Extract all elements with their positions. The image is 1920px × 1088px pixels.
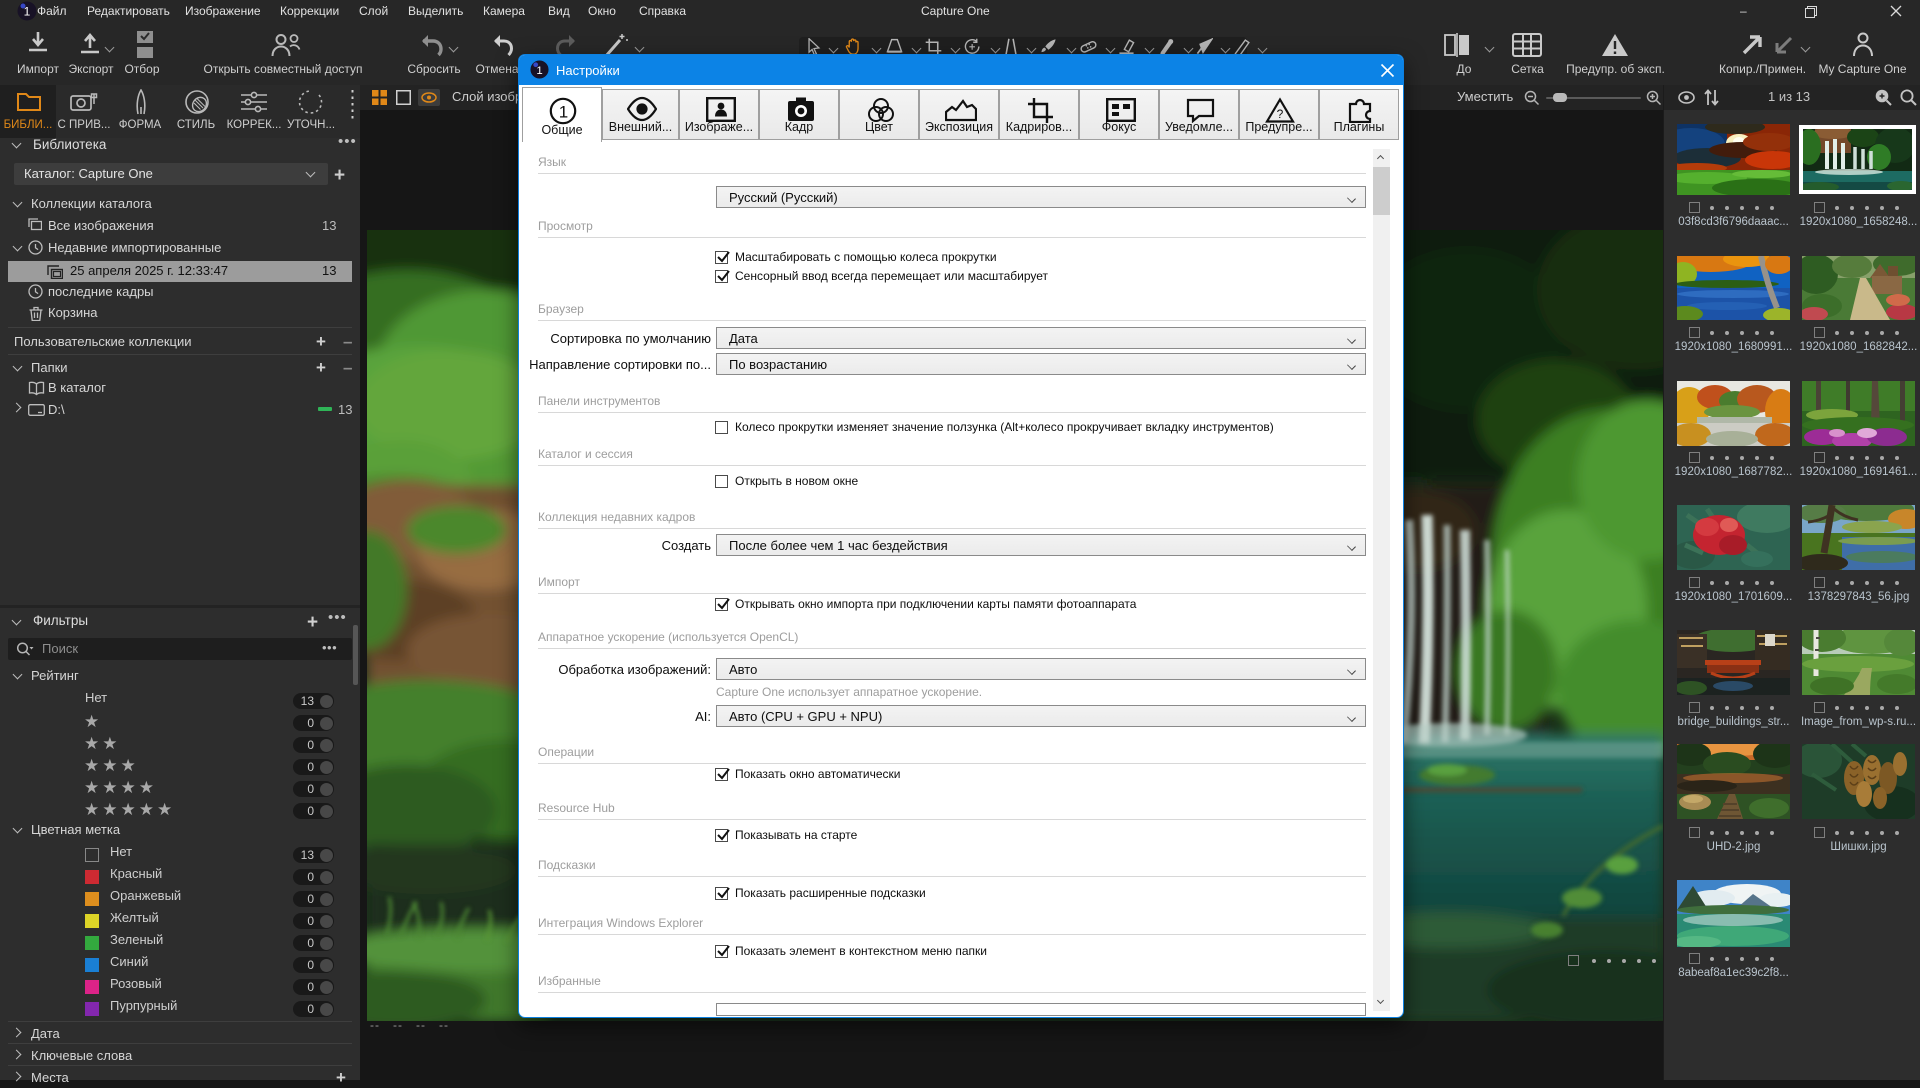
svg-text:1: 1 <box>559 103 568 122</box>
svg-text:1: 1 <box>536 65 542 77</box>
svg-text:1: 1 <box>24 5 31 19</box>
svg-text:?: ? <box>1277 107 1284 121</box>
